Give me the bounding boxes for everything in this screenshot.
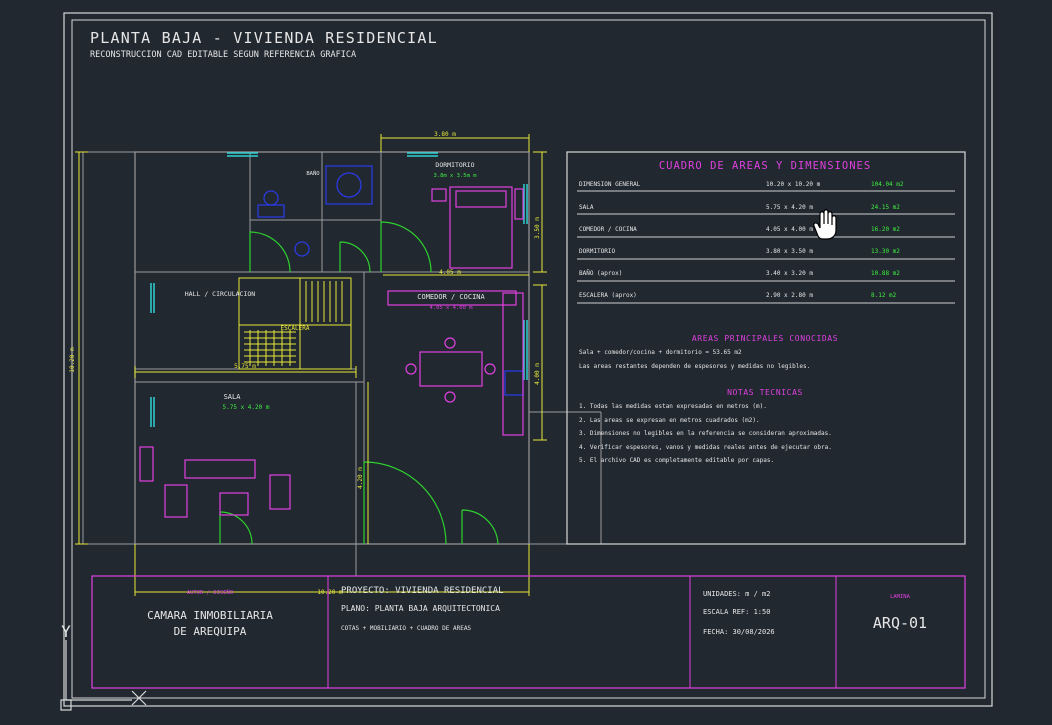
- ucs-icon: [60, 640, 147, 711]
- label-sala-size: 5.75 x 4.20 m: [223, 404, 270, 411]
- label-sala: SALA: [224, 393, 242, 401]
- cad-drawing[interactable]: PLANTA BAJA - VIVIENDA RESIDENCIAL RECON…: [0, 0, 1052, 725]
- row-dims: 3.80 x 3.50 m: [766, 248, 813, 255]
- label-hall: HALL / CIRCULACION: [185, 290, 256, 298]
- row-name: BAÑO (aprox): [579, 270, 622, 277]
- row-dims: 2.90 x 2.80 m: [766, 292, 813, 299]
- dim-sala-right: 4.20 m: [357, 467, 364, 489]
- lamina-number: ARQ-01: [873, 614, 927, 632]
- drawing-title: PLANTA BAJA - VIVIENDA RESIDENCIAL: [90, 29, 438, 47]
- row-area: 16.20 m2: [871, 226, 900, 233]
- label-dormitorio: DORMITORIO: [435, 161, 474, 169]
- dim-bottom: 10.20 m: [317, 589, 343, 596]
- notes-title: NOTAS TECNICAS: [727, 388, 803, 397]
- row-dims: 4.05 x 4.00 m: [766, 226, 813, 233]
- row-dims: 3.40 x 3.20 m: [766, 270, 813, 277]
- dim-top: 3.80 m: [434, 131, 456, 138]
- sofa: [184, 459, 256, 479]
- row-area: 24.15 m2: [871, 204, 900, 211]
- fecha-label: FECHA: 30/08/2026: [703, 628, 775, 636]
- floor-plan[interactable]: 3.80 m 10.20 m 3.50 m 4.05 m 4.00 m 5.75…: [69, 131, 602, 596]
- dim-sala-top: 5.75 m: [234, 363, 256, 370]
- row-name: COMEDOR / COCINA: [579, 226, 637, 233]
- bath-fixtures: [257, 165, 524, 396]
- label-bano: BAÑO: [306, 170, 319, 177]
- contenido-label: COTAS + MOBILIARIO + CUADRO DE AREAS: [341, 625, 471, 632]
- note-item: 3. Dimensiones no legibles en la referen…: [579, 430, 832, 437]
- dim-comedor-top: 4.05 m: [439, 269, 461, 276]
- note-item: 5. El archivo CAD es completamente edita…: [579, 457, 774, 464]
- dim-dorm-right: 3.50 m: [534, 217, 541, 239]
- autor-label: AUTOR / DISEÑO: [187, 589, 233, 596]
- escala-label: ESCALA REF: 1:50: [703, 608, 770, 616]
- row-area: 13.30 m2: [871, 248, 900, 255]
- note-item: 1. Todas las medidas estan expresadas en…: [579, 403, 767, 410]
- outer-frame: [63, 12, 993, 707]
- drawing-subtitle: RECONSTRUCCION CAD EDITABLE SEGUN REFERE…: [90, 50, 356, 60]
- left-strip-wall: [82, 151, 136, 545]
- label-comedor: COMEDOR / COCINA: [417, 293, 485, 301]
- row-dims: 5.75 x 4.20 m: [766, 204, 813, 211]
- known-areas-title: AREAS PRINCIPALES CONOCIDAS: [692, 334, 838, 343]
- plano-label: PLANO: PLANTA BAJA ARQUITECTONICA: [341, 604, 500, 613]
- exterior-wall: [134, 151, 530, 545]
- dormitorio-walls: [380, 151, 530, 273]
- unidades-label: UNIDADES: m / m2: [703, 590, 770, 598]
- bano-walls: [249, 151, 382, 273]
- row-area: 104.04 m2: [871, 181, 904, 188]
- stair: [238, 277, 352, 370]
- company-line-2: DE AREQUIPA: [174, 625, 247, 638]
- label-escalera: ESCALERA: [281, 325, 310, 332]
- lamina-label: LAMINA: [890, 594, 911, 600]
- proyecto-label: PROYECTO: VIVIENDA RESIDENCIAL: [341, 586, 504, 596]
- note-item: 4. Verificar espesores, vanos y medidas …: [579, 444, 832, 451]
- ucs-y-label: Y: [61, 622, 71, 641]
- row-name: DIMENSION GENERAL: [579, 181, 641, 188]
- row-name: SALA: [579, 204, 594, 211]
- dim-comedor-right: 4.00 m: [534, 363, 541, 385]
- company-line-1: CAMARA INMOBILIARIA: [147, 609, 273, 622]
- areas-table-title: CUADRO DE AREAS Y DIMENSIONES: [659, 160, 871, 172]
- label-comedor-size: 4.05 x 4.00 m: [429, 305, 473, 311]
- label-dormitorio-size: 3.8m x 3.5m m: [433, 173, 477, 179]
- areas-panel[interactable]: CUADRO DE AREAS Y DIMENSIONES DIMENSION …: [566, 151, 966, 545]
- dimension-lines: [75, 134, 547, 596]
- note-item: 2. Las areas se expresan en metros cuadr…: [579, 417, 760, 424]
- dining-table: [419, 351, 483, 387]
- known-areas-line-1: Sala + comedor/cocina + dormitorio = 53.…: [579, 349, 742, 356]
- row-area: 10.88 m2: [871, 270, 900, 277]
- row-name: ESCALERA (aprox): [579, 292, 637, 299]
- row-dims: 10.20 x 10.20 m: [766, 181, 821, 188]
- known-areas-line-2: Las areas restantes dependen de espesore…: [579, 363, 810, 370]
- row-name: DORMITORIO: [579, 248, 616, 255]
- furniture: [139, 186, 524, 518]
- dim-left: 10.20 m: [69, 347, 76, 373]
- row-area: 8.12 m2: [871, 292, 897, 299]
- bed: [449, 186, 513, 269]
